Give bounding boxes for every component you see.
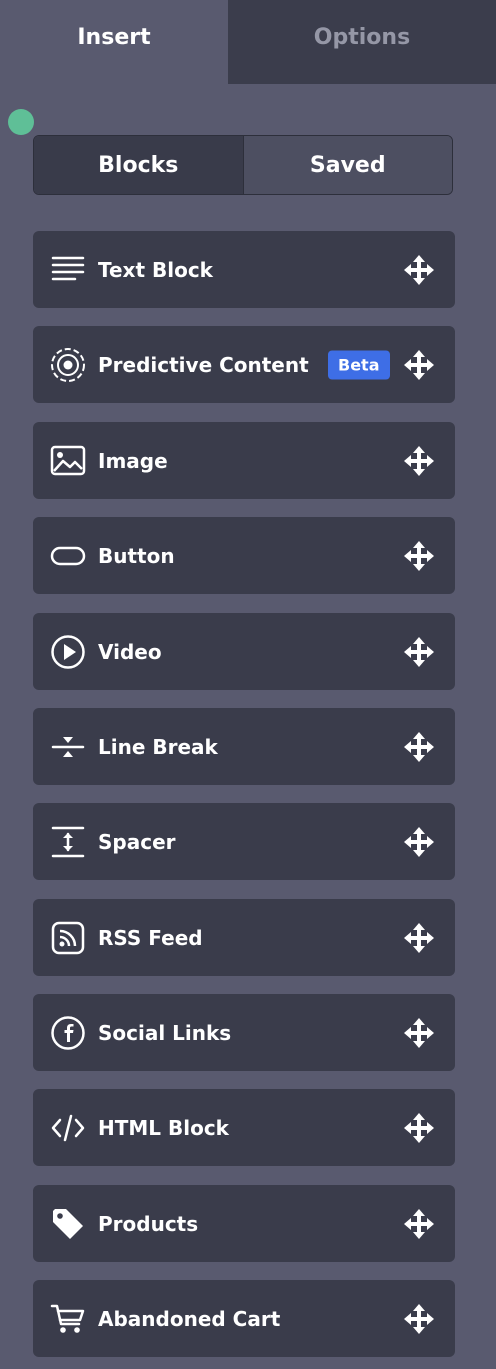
block-label: RSS Feed	[98, 925, 203, 950]
block-image[interactable]: Image	[33, 422, 455, 499]
block-label: Line Break	[98, 734, 218, 759]
play-circle-icon	[49, 633, 87, 671]
panel-tabs: Insert Options	[0, 0, 496, 84]
move-icon[interactable]	[403, 731, 435, 763]
move-icon[interactable]	[403, 1112, 435, 1144]
block-predictive-content[interactable]: Predictive Content Beta	[33, 326, 455, 403]
block-label: HTML Block	[98, 1115, 229, 1140]
move-icon[interactable]	[403, 349, 435, 381]
rss-icon	[49, 919, 87, 957]
move-icon[interactable]	[403, 1303, 435, 1335]
block-label: Social Links	[98, 1020, 232, 1045]
tab-insert[interactable]: Insert	[0, 0, 228, 84]
block-button[interactable]: Button	[33, 517, 455, 594]
block-social-links[interactable]: Social Links	[33, 994, 455, 1071]
tab-options[interactable]: Options	[228, 0, 496, 84]
block-text-block[interactable]: Text Block	[33, 231, 455, 308]
block-label: Products	[98, 1211, 199, 1236]
code-icon	[49, 1109, 87, 1147]
button-shape-icon	[49, 537, 87, 575]
move-icon[interactable]	[403, 1208, 435, 1240]
tag-icon	[49, 1205, 87, 1243]
saved-toggle-button[interactable]: Saved	[242, 136, 452, 194]
block-rss-feed[interactable]: RSS Feed	[33, 899, 455, 976]
block-label: Button	[98, 543, 175, 568]
status-dot	[8, 109, 34, 135]
move-icon[interactable]	[403, 1017, 435, 1049]
move-icon[interactable]	[403, 922, 435, 954]
move-icon[interactable]	[403, 540, 435, 572]
block-html-block[interactable]: HTML Block	[33, 1089, 455, 1166]
text-lines-icon	[49, 251, 87, 289]
facebook-circle-icon	[49, 1014, 87, 1052]
block-spacer[interactable]: Spacer	[33, 803, 455, 880]
block-label: Spacer	[98, 829, 176, 854]
blocks-toggle-button[interactable]: Blocks	[34, 136, 243, 194]
move-icon[interactable]	[403, 254, 435, 286]
blocks-saved-toggle: Blocks Saved	[33, 135, 453, 195]
block-label: Abandoned Cart	[98, 1306, 281, 1331]
block-label: Image	[98, 448, 168, 473]
block-label: Text Block	[98, 257, 213, 282]
image-icon	[49, 442, 87, 480]
target-rings-icon	[49, 346, 87, 384]
block-abandoned-cart[interactable]: Abandoned Cart	[33, 1280, 455, 1357]
block-products[interactable]: Products	[33, 1185, 455, 1262]
move-icon[interactable]	[403, 636, 435, 668]
move-icon[interactable]	[403, 826, 435, 858]
beta-badge: Beta	[328, 350, 390, 379]
block-label: Video	[98, 639, 162, 664]
block-line-break[interactable]: Line Break	[33, 708, 455, 785]
block-label: Predictive Content	[98, 352, 309, 377]
move-icon[interactable]	[403, 445, 435, 477]
line-break-icon	[49, 728, 87, 766]
cart-icon	[49, 1300, 87, 1338]
spacer-icon	[49, 823, 87, 861]
block-video[interactable]: Video	[33, 613, 455, 690]
